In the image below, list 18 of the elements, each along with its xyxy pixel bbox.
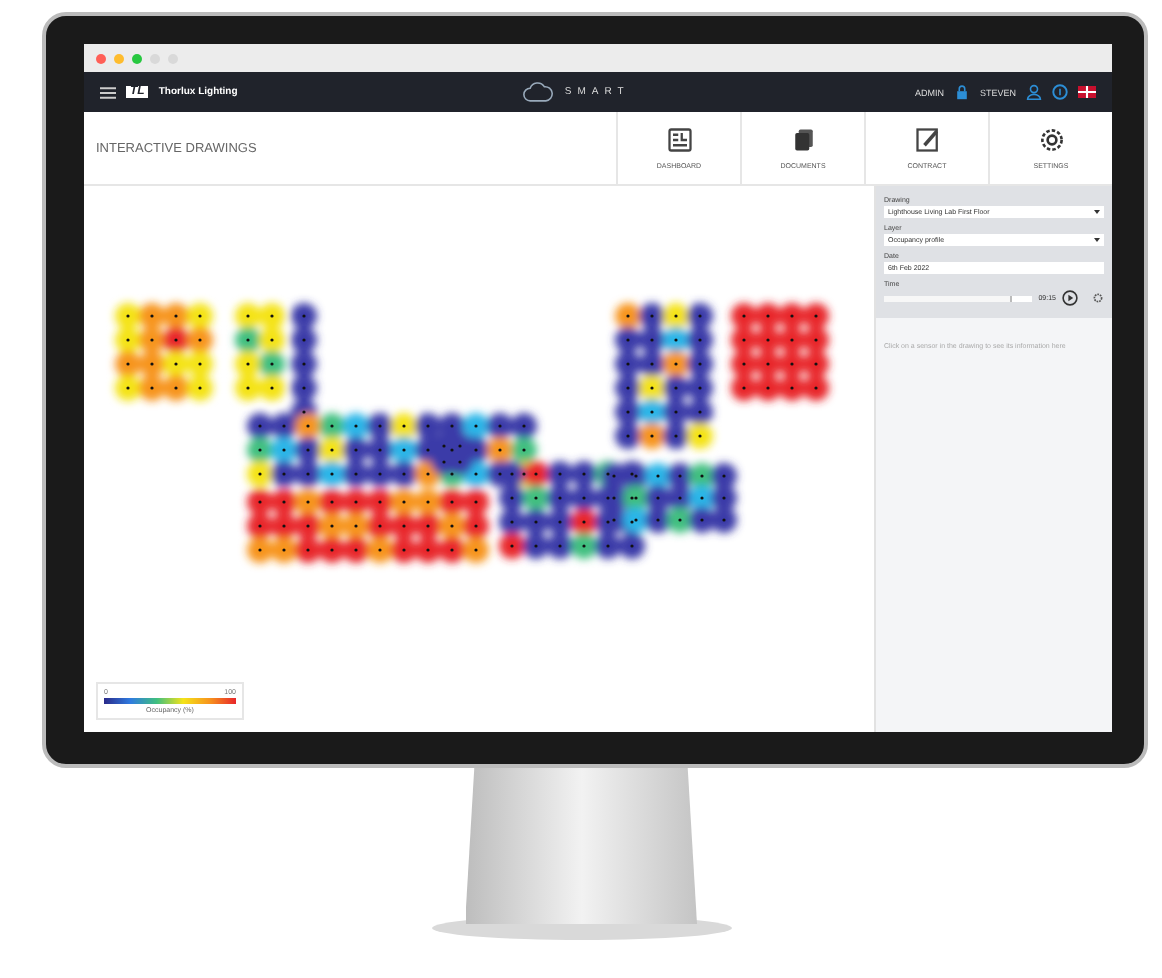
window-dot[interactable] — [132, 53, 142, 63]
gear-icon[interactable] — [1092, 292, 1104, 304]
caret-icon — [1094, 210, 1100, 214]
play-icon[interactable] — [1062, 290, 1078, 306]
lock-icon[interactable] — [953, 84, 970, 100]
dashboard-icon — [665, 126, 693, 154]
help-icon[interactable] — [1052, 84, 1068, 100]
flag-icon[interactable] — [1078, 86, 1096, 98]
settings-icon — [1037, 126, 1065, 154]
caret-icon — [1094, 238, 1100, 242]
cloud-icon — [522, 81, 555, 103]
window-dot[interactable] — [114, 53, 124, 63]
user-icon[interactable] — [1026, 84, 1042, 100]
clipboard-icon — [913, 126, 941, 154]
documents-icon — [789, 126, 817, 154]
color-scale — [104, 698, 236, 704]
window-dot[interactable] — [96, 53, 106, 63]
menu-icon[interactable] — [100, 85, 116, 99]
